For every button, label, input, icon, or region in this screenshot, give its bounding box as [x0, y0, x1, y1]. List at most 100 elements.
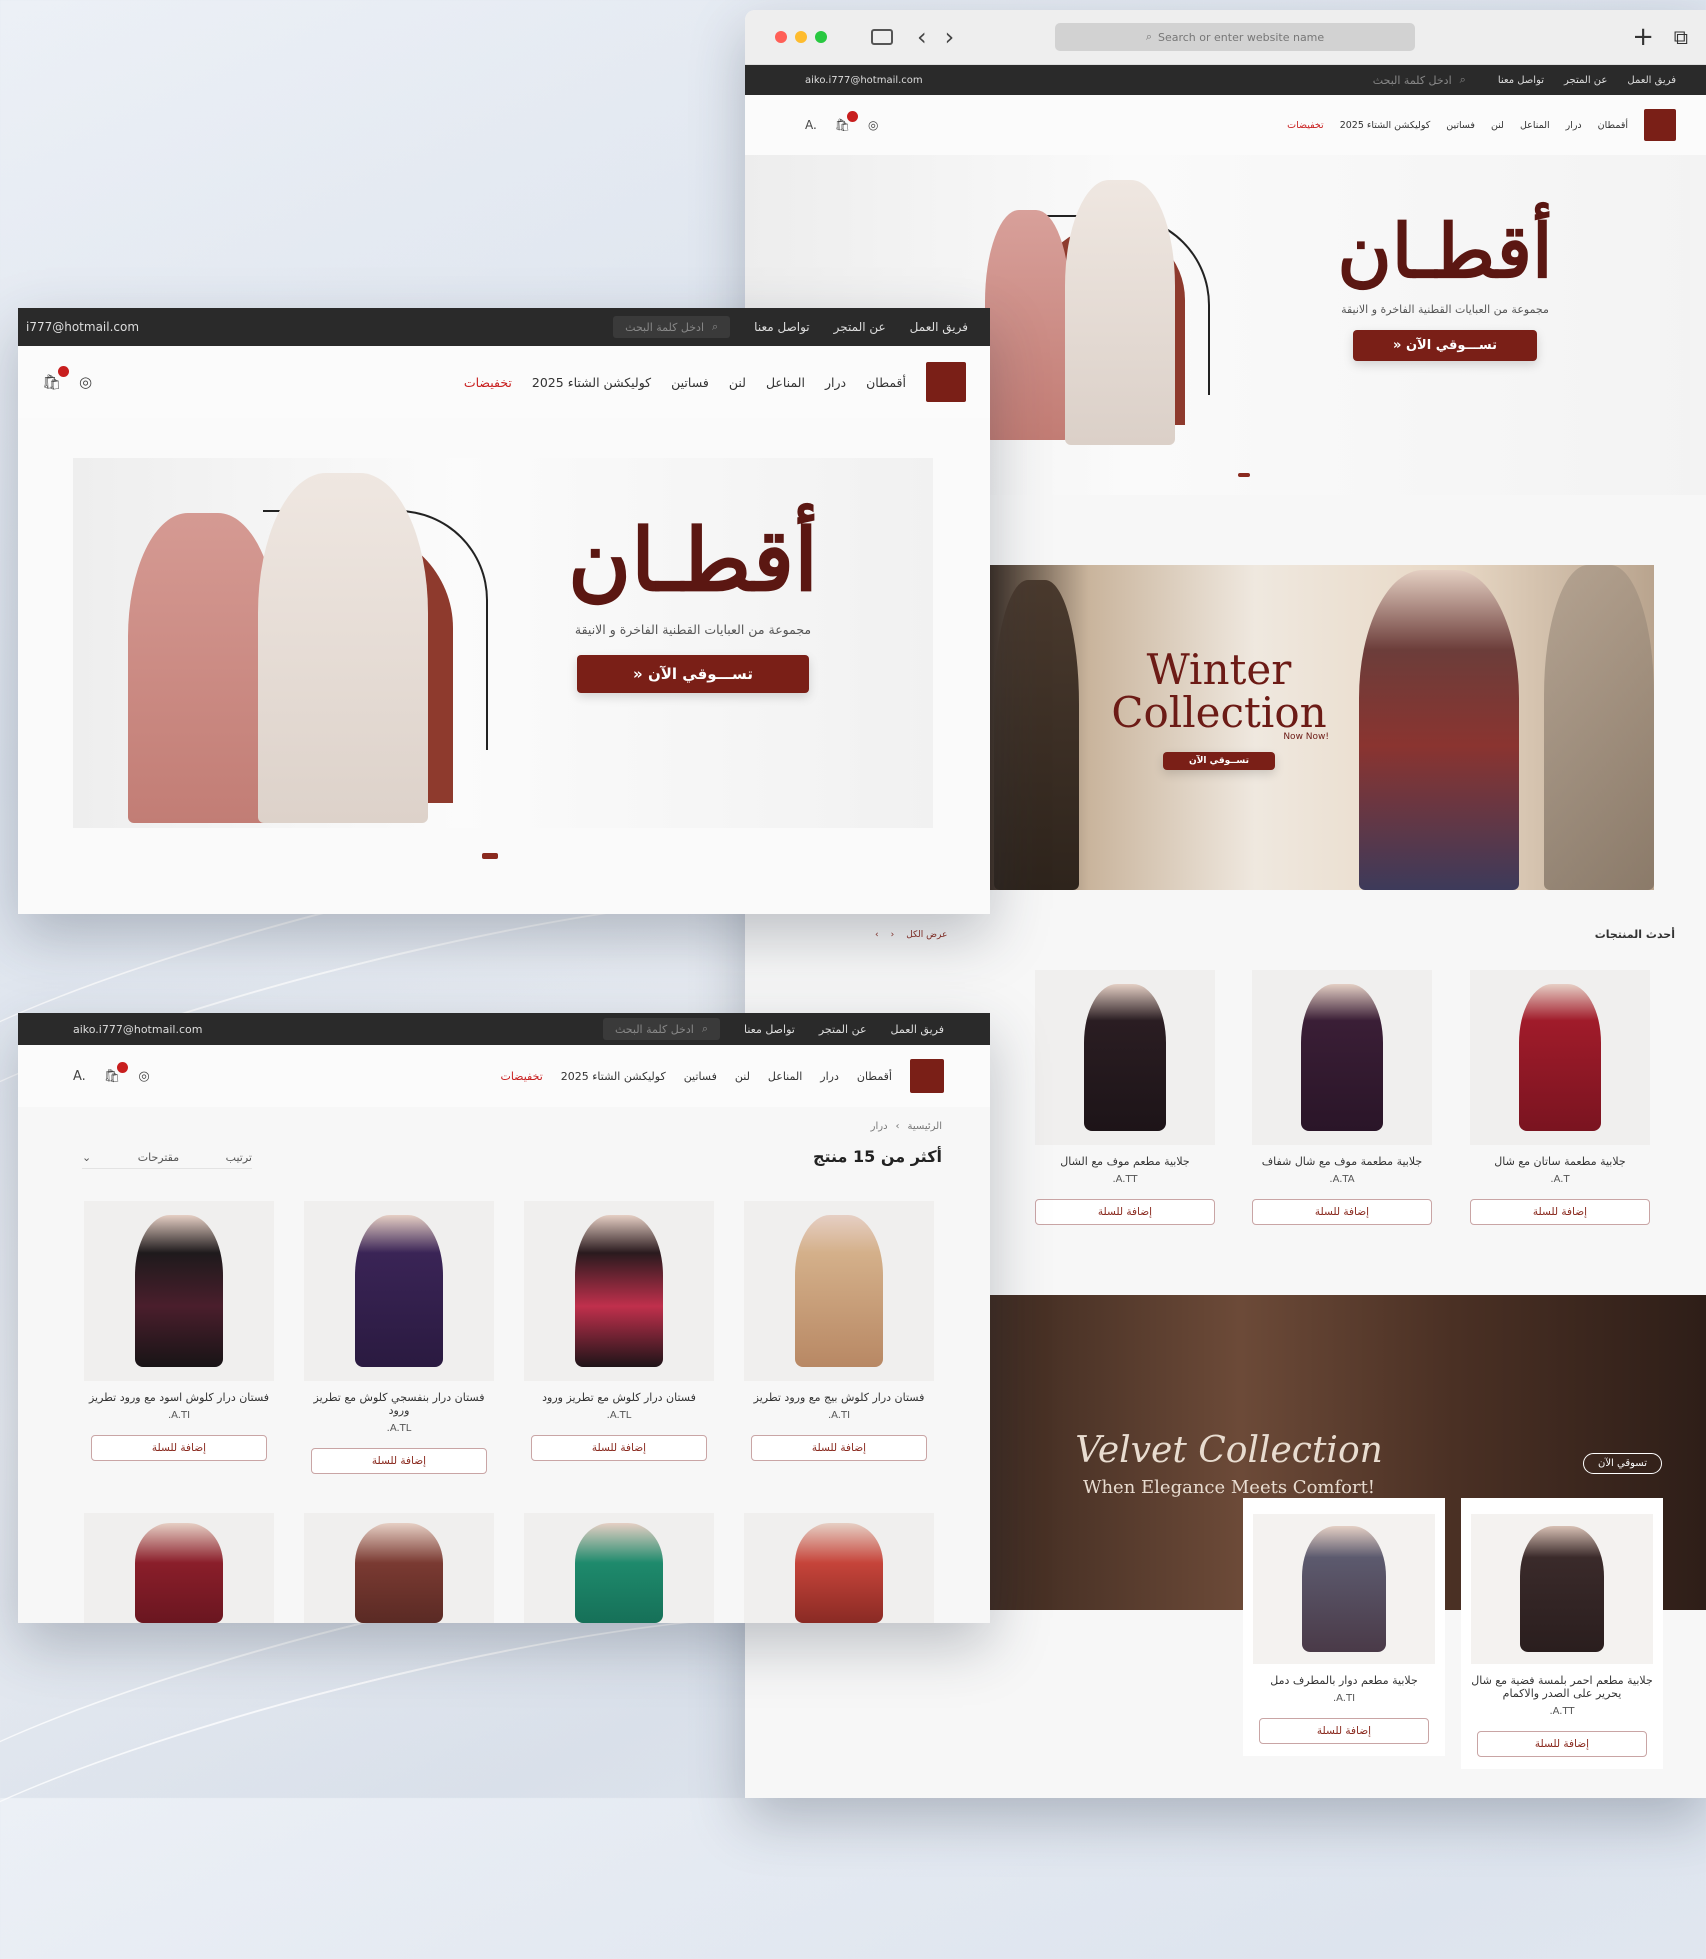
menu-item[interactable]: فساتين — [671, 375, 709, 390]
menu-item[interactable]: درار — [825, 375, 846, 390]
product-card[interactable]: جلابية مطعم احمر بلمسة فضية مع شال يحرير… — [1461, 1498, 1663, 1769]
breadcrumb-home[interactable]: الرئيسية — [908, 1121, 942, 1132]
menu-item[interactable]: لنن — [735, 1070, 750, 1083]
menu-item-sale[interactable]: تخفيضات — [464, 375, 512, 390]
new-tab-icon[interactable]: + — [1632, 22, 1654, 52]
contact-email[interactable]: aiko.i777@hotmail.com — [73, 1023, 202, 1036]
product-price: A.TI. — [167, 1410, 191, 1421]
tabs-overview-icon[interactable]: ⧉ — [1674, 25, 1688, 49]
forward-icon[interactable]: › — [945, 23, 955, 51]
product-image — [304, 1201, 494, 1381]
add-to-cart-button[interactable]: إضافة للسلة — [1470, 1199, 1650, 1225]
topbar-link-about[interactable]: عن المتجر — [834, 320, 886, 334]
user-icon[interactable]: ◎ — [79, 373, 92, 391]
menu-item[interactable]: المناعل — [1520, 120, 1550, 131]
add-to-cart-button[interactable]: إضافة للسلة — [1035, 1199, 1215, 1225]
product-figure — [355, 1522, 443, 1623]
product-image — [1471, 1514, 1653, 1664]
product-card[interactable]: جلابية مطعم دوار بالمطرف دمل A.TI. إضافة… — [1243, 1498, 1445, 1756]
menu-item[interactable]: درار — [1566, 120, 1582, 131]
close-window-icon[interactable] — [775, 31, 787, 43]
product-card[interactable]: جلابية مطعمة ساتان مع شال A.T. إضافة للس… — [1470, 970, 1650, 1225]
product-card[interactable] — [744, 1513, 934, 1623]
next-arrow-icon[interactable]: › — [891, 930, 895, 940]
menu-item[interactable]: المناعل — [768, 1070, 802, 1083]
site-search[interactable]: ⌕ ادخل كلمة البحث — [1361, 69, 1478, 91]
cart-icon[interactable]: 🛍 — [104, 1061, 129, 1084]
menu-item-sale[interactable]: تخفيضات — [1287, 120, 1324, 131]
add-to-cart-button[interactable]: إضافة للسلة — [311, 1448, 487, 1474]
product-card[interactable]: جلابية مطعمة موف مع شال شفاف A.TA. إضافة… — [1252, 970, 1432, 1225]
menu-item[interactable]: فساتين — [684, 1070, 717, 1083]
hero-cta-button[interactable]: تســـوقي الآن « — [1353, 330, 1537, 361]
add-to-cart-button[interactable]: إضافة للسلة — [531, 1435, 707, 1461]
velvet-shop-button[interactable]: تسوقي الآن — [1583, 1453, 1662, 1474]
menu-item[interactable]: كوليكشن الشتاء 2025 — [561, 1070, 666, 1083]
topbar-link-team[interactable]: فريق العمل — [891, 1023, 944, 1036]
menu-item[interactable]: فساتين — [1446, 120, 1475, 131]
topbar-link-contact[interactable]: تواصل معنا — [744, 1023, 795, 1036]
menu-item[interactable]: كوليكشن الشتاء 2025 — [532, 375, 651, 390]
site-logo[interactable] — [1644, 109, 1676, 141]
winter-cta-button[interactable]: تســوقي الآن — [1163, 751, 1275, 770]
prev-arrow-icon[interactable]: ‹ — [875, 930, 879, 940]
topbar-link-contact[interactable]: تواصل معنا — [1498, 75, 1544, 86]
show-all-link[interactable]: عرض الكل — [906, 930, 947, 940]
topbar-link-team[interactable]: فريق العمل — [1627, 75, 1676, 86]
currency-label[interactable]: A. — [73, 1069, 86, 1084]
topbar-link-team[interactable]: فريق العمل — [910, 320, 968, 334]
currency-label[interactable]: A. — [805, 118, 817, 132]
menu-item[interactable]: لنن — [1491, 120, 1504, 131]
product-card[interactable]: فستان درار كلوش بيج مع ورود تطريز A.TI. … — [744, 1201, 934, 1461]
add-to-cart-button[interactable]: إضافة للسلة — [1259, 1718, 1429, 1744]
product-name: فستان درار بنفسجي كلوش مع تطريز ورود — [313, 1391, 485, 1417]
menu-item[interactable]: المناعل — [766, 375, 805, 390]
topbar-link-contact[interactable]: تواصل معنا — [754, 320, 809, 334]
menu-item[interactable]: كوليكشن الشتاء 2025 — [1340, 120, 1431, 131]
contact-email[interactable]: aiko.i777@hotmail.com — [805, 75, 923, 86]
add-to-cart-button[interactable]: إضافة للسلة — [91, 1435, 267, 1461]
contact-email[interactable]: i777@hotmail.com — [26, 320, 139, 334]
product-card[interactable]: فستان درار بنفسجي كلوش مع تطريز ورود A.T… — [304, 1201, 494, 1474]
menu-item[interactable]: درار — [820, 1070, 839, 1083]
add-to-cart-button[interactable]: إضافة للسلة — [751, 1435, 927, 1461]
site-search[interactable]: ⌕ ادخل كلمة البحث — [613, 316, 731, 338]
add-to-cart-button[interactable]: إضافة للسلة — [1477, 1731, 1647, 1757]
topbar-link-about[interactable]: عن المتجر — [1564, 75, 1607, 86]
site-logo[interactable] — [910, 1059, 944, 1093]
menu-item[interactable]: لنن — [729, 375, 746, 390]
cart-icon[interactable]: 🛍 — [42, 366, 70, 391]
menu-item[interactable]: أقمطان — [866, 375, 906, 390]
url-bar[interactable]: ⌕ Search or enter website name — [1055, 23, 1415, 51]
chevron-down-icon: ⌄ — [82, 1151, 92, 1164]
product-card[interactable] — [84, 1513, 274, 1623]
sort-control[interactable]: ترتيب مقترحات ⌄ — [82, 1151, 252, 1169]
cart-badge — [117, 1061, 129, 1073]
product-card[interactable] — [524, 1513, 714, 1623]
back-icon[interactable]: ‹ — [917, 23, 927, 51]
site-nav: A. 🛍 ◎ أقمطان درار المناعل لنن فساتين كو… — [18, 1045, 990, 1107]
menu-item[interactable]: أقمطان — [857, 1070, 892, 1083]
slider-indicator[interactable] — [482, 853, 498, 859]
hero-cta-button[interactable]: تســـوقي الآن « — [577, 655, 809, 693]
site-logo[interactable] — [926, 362, 966, 402]
product-image — [744, 1513, 934, 1623]
product-card[interactable]: فستان درار كلوش اسود مع ورود تطريز A.TI.… — [84, 1201, 274, 1461]
sidebar-toggle-icon[interactable] — [871, 29, 893, 45]
user-icon[interactable]: ◎ — [868, 118, 878, 132]
menu-item-sale[interactable]: تخفيضات — [500, 1070, 542, 1083]
maximize-window-icon[interactable] — [815, 31, 827, 43]
hero-tagline: مجموعة من العبايات القطنية الفاخرة و الا… — [1341, 303, 1549, 316]
site-search[interactable]: ⌕ ادخل كلمة البحث — [602, 1018, 720, 1040]
add-to-cart-button[interactable]: إضافة للسلة — [1252, 1199, 1432, 1225]
user-icon[interactable]: ◎ — [138, 1069, 149, 1084]
topbar-link-about[interactable]: عن المتجر — [819, 1023, 867, 1036]
slider-indicator[interactable] — [1238, 473, 1250, 477]
menu-item[interactable]: أقمطان — [1598, 120, 1628, 131]
product-card[interactable] — [304, 1513, 494, 1623]
product-card[interactable]: فستان درار كلوش مع تطريز ورود A.TL. إضاف… — [524, 1201, 714, 1461]
product-card[interactable]: جلابية مطعم موف مع الشال A.TT. إضافة للس… — [1035, 970, 1215, 1225]
minimize-window-icon[interactable] — [795, 31, 807, 43]
latest-show-all[interactable]: ‹ › عرض الكل — [875, 930, 947, 940]
cart-icon[interactable]: 🛍 — [835, 111, 859, 132]
